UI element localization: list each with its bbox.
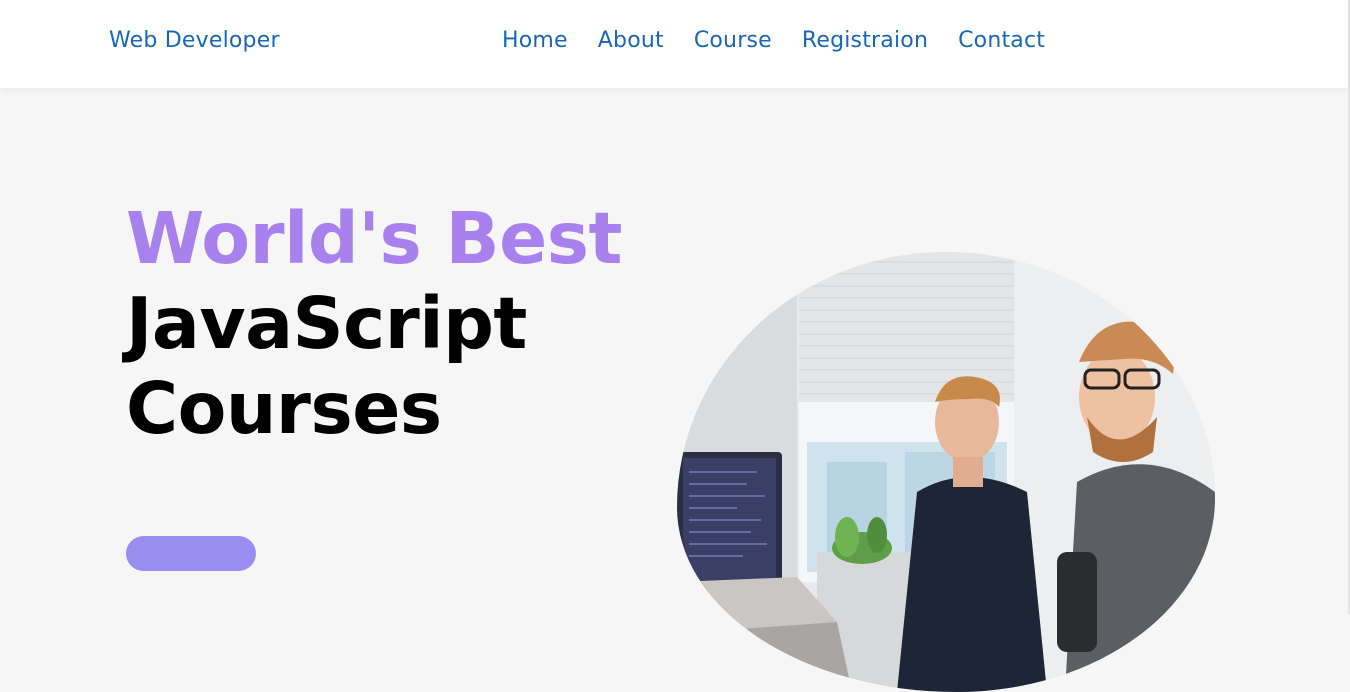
nav-link-about[interactable]: About xyxy=(598,28,664,53)
hero-title-line-1: World's Best xyxy=(126,197,622,280)
developers-illustration xyxy=(677,252,1215,692)
hero-cta-button[interactable] xyxy=(126,536,256,571)
hero-image xyxy=(677,252,1215,692)
top-navbar: Web Developer Home About Course Registra… xyxy=(0,0,1348,88)
nav-link-home[interactable]: Home xyxy=(502,28,568,53)
brand-link[interactable]: Web Developer xyxy=(109,28,280,53)
hero-title-line-2: JavaScript xyxy=(126,282,527,365)
hero-title-line-3: Courses xyxy=(126,367,442,450)
nav-link-course[interactable]: Course xyxy=(694,28,772,53)
hero-title: World's Best JavaScript Courses xyxy=(126,196,622,451)
main-nav: Home About Course Registraion Contact xyxy=(502,28,1075,53)
nav-link-contact[interactable]: Contact xyxy=(958,28,1045,53)
nav-link-registration[interactable]: Registraion xyxy=(802,28,928,53)
